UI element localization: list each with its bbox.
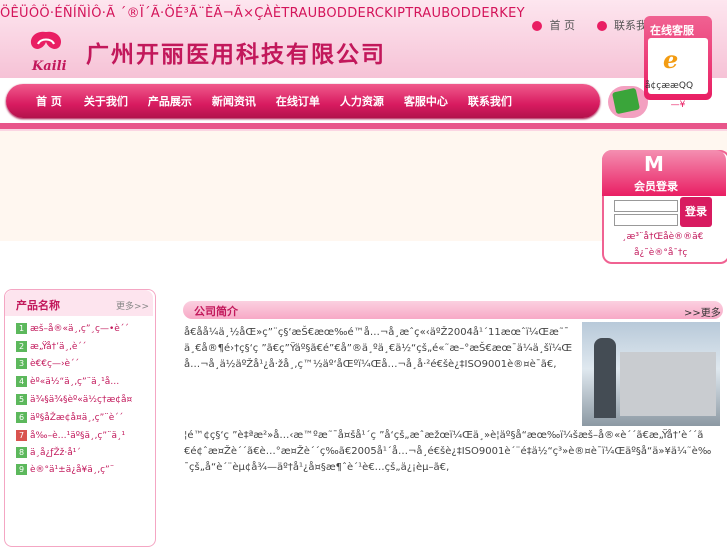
product-item-num: 3 [16, 358, 27, 369]
product-sidebar-more[interactable]: 更多>> [116, 299, 149, 312]
header-marquee-text: ÖÊÜÔÖ·ÉÑÍÑÌÔ·Ã ´®Ï´Ã·ÖÉ³Ã¨ÈÃ¬Ã×ÇÀÈTRAUBO… [0, 6, 525, 21]
nav-news[interactable]: 新闻资讯 [212, 93, 256, 109]
product-item-label: äº§åŽæ¢å¤ä¸‚ç”¨è´´ [30, 413, 124, 423]
product-item-num: 8 [16, 447, 27, 458]
nav-products[interactable]: 产品展示 [148, 93, 192, 109]
product-item[interactable]: 8 ä¸å¿ƒŽž·å¹´ [16, 447, 81, 458]
top-links: 首 页 联系我们 [528, 17, 658, 33]
company-name: 广州开丽医用科技有限公司 [86, 41, 386, 68]
logo-wordmark: Kaili [31, 59, 67, 74]
product-item-label: ä¸å¿ƒŽž·å¹´ [30, 448, 81, 458]
product-item-label: æš–å®«ä¸‚ç”¸ç—•è´´ [30, 324, 129, 334]
username-input[interactable] [614, 200, 678, 212]
product-item-label: å‰–è…¹äº§ä¸‚ç”¨ä¸¹ [30, 431, 126, 441]
product-item[interactable]: 1 æš–å®«ä¸‚ç”¸ç—•è´´ [16, 323, 129, 334]
nav-service[interactable]: 客服中心 [404, 93, 448, 109]
online-service-qq[interactable]: å¢çææQQ [645, 81, 693, 91]
company-logo[interactable]: Kaili [14, 26, 78, 74]
member-m-icon: M [644, 152, 664, 176]
browser-e-icon[interactable]: e [663, 45, 678, 74]
online-service-title: 在线客服 [650, 24, 694, 37]
forgot-password-link[interactable]: å¿˜è®°å¯†ç [634, 248, 687, 258]
nav-contact[interactable]: 联系我们 [468, 93, 512, 109]
nav-hr[interactable]: 人力资源 [340, 93, 384, 109]
company-intro-header [183, 301, 723, 319]
product-item[interactable]: 4 èº«ä½“ä¸‚ç”¨ä¸¹å… [16, 376, 119, 387]
product-item[interactable]: 2 æ„Ÿå†’ä¸‚è´´ [16, 341, 86, 352]
online-service-footer: —¥ [670, 100, 686, 110]
product-item-label: èº«ä½“ä¸‚ç”¨ä¸¹å… [30, 377, 120, 387]
product-item-num: 7 [16, 430, 27, 441]
product-item-label: è€€ç—›è´´ [30, 359, 80, 369]
top-link-home[interactable]: 首 页 [550, 19, 576, 32]
company-photo-statue [594, 338, 616, 418]
company-intro-more[interactable]: >>更多 [684, 304, 721, 319]
product-item-num: 4 [16, 376, 27, 387]
login-button[interactable]: 登录 [680, 197, 712, 227]
company-intro-title: 公司简介 [194, 305, 238, 318]
product-item-label: æ„Ÿå†’ä¸‚è´´ [30, 342, 87, 352]
product-item-label: è®°ä¹±ä¿å¥ä¸‚ç”¨ [30, 465, 115, 475]
member-login-title: 会员登录 [634, 180, 678, 193]
product-item[interactable]: 6 äº§åŽæ¢å¤ä¸‚ç”¨è´´ [16, 412, 123, 423]
company-intro-text: å€åå¼ä¸½åŒ»ç”¨ç§‘æŠ€æœ‰é™å…¬å¸æˆç«‹äºŽ20… [184, 327, 573, 370]
product-item-num: 9 [16, 464, 27, 475]
product-item-num: 1 [16, 323, 27, 334]
product-sidebar-title: 产品名称 [16, 299, 60, 312]
product-item-num: 5 [16, 394, 27, 405]
register-link[interactable]: ¸æ³¨å†Œåè®®ã€ [622, 232, 703, 242]
company-intro-text-2: ¦é™¢ç§‘ç ”è‡ªæ²»å…‹æ™ºæ˜¯å¤šå¹´ç ”å‘çš„æ… [184, 430, 712, 473]
password-input[interactable] [614, 214, 678, 226]
nav-about[interactable]: 关于我们 [84, 93, 128, 109]
contact-icon [596, 21, 607, 31]
company-photo-building [620, 352, 716, 416]
product-item-label: ä¾§ä¾§èº«ä½ç†æ¢å¤ [30, 395, 133, 405]
product-item-num: 2 [16, 341, 27, 352]
product-item-num: 6 [16, 412, 27, 423]
product-item[interactable]: 7 å‰–è…¹äº§ä¸‚ç”¨ä¸¹ [16, 430, 125, 441]
product-item[interactable]: 5 ä¾§ä¾§èº«ä½ç†æ¢å¤ [16, 394, 132, 405]
nav-orders[interactable]: 在线订单 [276, 93, 320, 109]
nav-items: 首 页 关于我们 产品展示 新闻资讯 在线订单 人力资源 客服中心 联系我们 [36, 93, 512, 109]
nav-home[interactable]: 首 页 [36, 93, 62, 109]
product-item[interactable]: 9 è®°ä¹±ä¿å¥ä¸‚ç”¨ [16, 464, 114, 475]
home-icon [532, 21, 542, 31]
product-item[interactable]: 3 è€€ç—›è´´ [16, 358, 79, 369]
